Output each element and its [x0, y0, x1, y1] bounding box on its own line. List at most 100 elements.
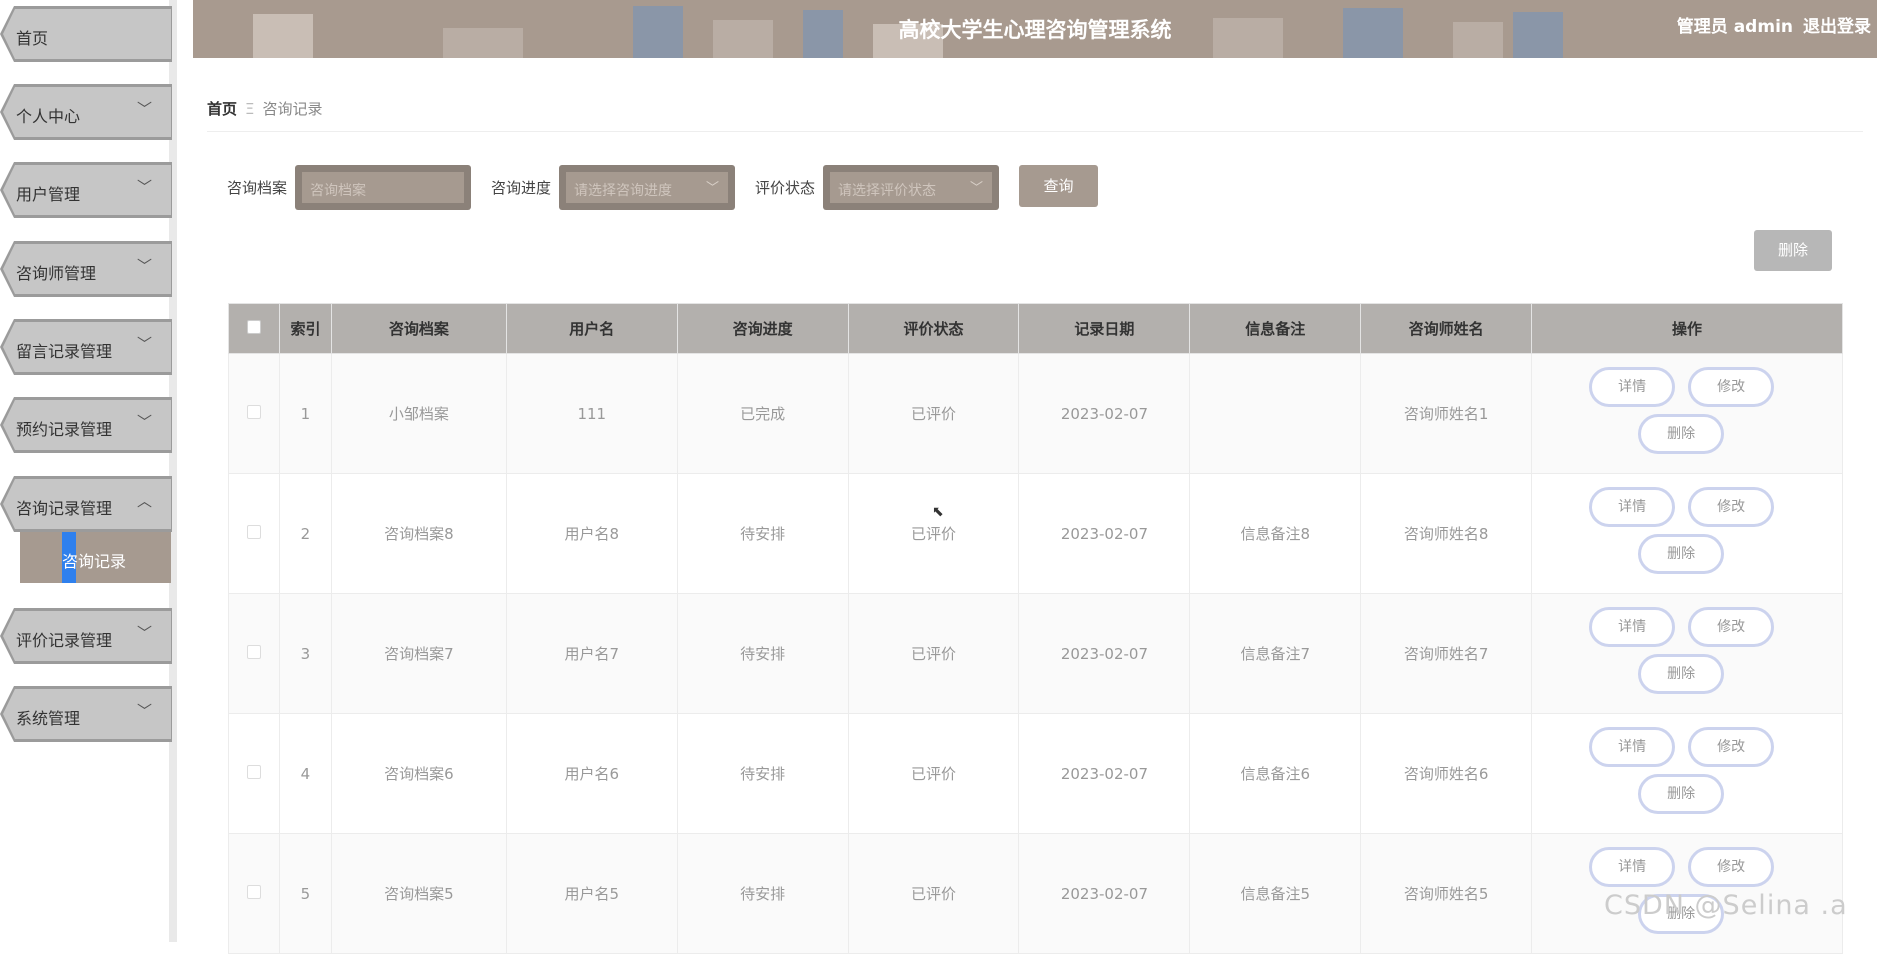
- cell-eval: 已评价: [847, 833, 1020, 954]
- cell-archive: 咨询档案8: [330, 473, 507, 594]
- sidebar: 首页 个人中心 ﹀ 用户管理 ﹀ 咨询师管理 ﹀ 留言记录管理 ﹀ 预约记录管理…: [0, 0, 177, 942]
- cell-counselor: 咨询师姓名1: [1360, 353, 1533, 474]
- delete-button[interactable]: 删除: [1638, 774, 1725, 814]
- cell-note: 信息备注5: [1189, 833, 1362, 954]
- watermark: CSDN @Selina .a: [1604, 890, 1848, 921]
- sidebar-item-counselor-management[interactable]: 咨询师管理 ﹀: [0, 241, 172, 297]
- cell-progress: 待安排: [676, 713, 849, 834]
- column-header: 索引: [278, 303, 332, 354]
- archive-input[interactable]: 咨询档案: [295, 165, 471, 210]
- select-all-checkbox[interactable]: [228, 303, 280, 354]
- app-title: 高校大学生心理咨询管理系统: [898, 18, 1172, 42]
- cell-index: 2: [278, 473, 332, 594]
- cell-username: 用户名5: [505, 833, 678, 954]
- cell-note: 信息备注6: [1189, 713, 1362, 834]
- cell-archive: 小邹档案: [330, 353, 507, 474]
- top-header: 高校大学生心理咨询管理系统 管理员 admin 退出登录: [193, 0, 1877, 58]
- detail-button[interactable]: 详情: [1589, 487, 1676, 527]
- cell-date: 2023-02-07: [1018, 473, 1191, 594]
- logout-link[interactable]: 退出登录: [1803, 17, 1871, 37]
- progress-select[interactable]: 请选择咨询进度 ﹀: [559, 165, 735, 210]
- chevron-down-icon: ﹀: [136, 257, 152, 275]
- sidebar-item-system-management[interactable]: 系统管理 ﹀: [0, 686, 172, 742]
- sidebar-subitem-consult-record[interactable]: 咨询记录: [20, 532, 171, 583]
- cell-date: 2023-02-07: [1018, 593, 1191, 714]
- delete-button[interactable]: 删除: [1638, 414, 1725, 454]
- cell-index: 5: [278, 833, 332, 954]
- sidebar-item-user-management[interactable]: 用户管理 ﹀: [0, 162, 172, 218]
- detail-button[interactable]: 详情: [1589, 727, 1676, 767]
- table-header-row: 索引 咨询档案 用户名 咨询进度 评价状态 记录日期 信息备注 咨询师姓名 操作: [228, 303, 1843, 354]
- sidebar-subitem-label: 咨询记录: [62, 552, 127, 571]
- sidebar-item-message-management[interactable]: 留言记录管理 ﹀: [0, 319, 172, 375]
- cell-index: 3: [278, 593, 332, 714]
- cell-actions: 详情 修改 删除: [1531, 713, 1843, 834]
- column-header: 操作: [1531, 303, 1843, 354]
- row-checkbox[interactable]: [228, 473, 280, 594]
- sidebar-item-label: 预约记录管理: [16, 420, 113, 439]
- edit-button[interactable]: 修改: [1688, 727, 1775, 767]
- edit-button[interactable]: 修改: [1688, 367, 1775, 407]
- table-row: 1 小邹档案 111 已完成 已评价 2023-02-07 咨询师姓名1 详情 …: [228, 353, 1843, 474]
- sidebar-item-home[interactable]: 首页: [0, 6, 172, 62]
- cell-counselor: 咨询师姓名7: [1360, 593, 1533, 714]
- detail-button[interactable]: 详情: [1589, 607, 1676, 647]
- column-header: 记录日期: [1018, 303, 1191, 354]
- row-checkbox[interactable]: [228, 353, 280, 474]
- mouse-cursor-icon: ⬉: [932, 504, 944, 520]
- sidebar-item-appointment-management[interactable]: 预约记录管理 ﹀: [0, 397, 172, 453]
- breadcrumb: 首页 Ξ 咨询记录: [207, 98, 1863, 132]
- sidebar-item-personal-center[interactable]: 个人中心 ﹀: [0, 84, 172, 140]
- edit-button[interactable]: 修改: [1688, 607, 1775, 647]
- archive-placeholder: 咨询档案: [302, 172, 464, 203]
- breadcrumb-home[interactable]: 首页: [207, 100, 237, 118]
- eval-label: 评价状态: [755, 179, 816, 197]
- cell-archive: 咨询档案5: [330, 833, 507, 954]
- cell-note: 信息备注7: [1189, 593, 1362, 714]
- cell-date: 2023-02-07: [1018, 833, 1191, 954]
- row-checkbox[interactable]: [228, 593, 280, 714]
- cell-progress: 待安排: [676, 593, 849, 714]
- sidebar-item-label: 留言记录管理: [16, 342, 113, 361]
- progress-placeholder: 请选择咨询进度: [566, 172, 728, 203]
- table-row: 5 咨询档案5 用户名5 待安排 已评价 2023-02-07 信息备注5 咨询…: [228, 833, 1843, 954]
- column-header: 信息备注: [1189, 303, 1362, 354]
- cell-note: 信息备注8: [1189, 473, 1362, 594]
- chevron-down-icon: ﹀: [705, 181, 719, 196]
- cell-date: 2023-02-07: [1018, 353, 1191, 474]
- cell-username: 111: [505, 353, 678, 474]
- column-header: 咨询档案: [330, 303, 507, 354]
- breadcrumb-separator-icon: Ξ: [245, 100, 255, 118]
- cell-eval: 已评价: [847, 713, 1020, 834]
- admin-label: 管理员 admin: [1676, 17, 1793, 37]
- delete-button[interactable]: 删除: [1638, 534, 1725, 574]
- edit-button[interactable]: 修改: [1688, 847, 1775, 887]
- cell-progress: 已完成: [676, 353, 849, 474]
- row-checkbox[interactable]: [228, 713, 280, 834]
- batch-delete-button[interactable]: 删除: [1754, 230, 1832, 271]
- cell-archive: 咨询档案7: [330, 593, 507, 714]
- table-row: 3 咨询档案7 用户名7 待安排 已评价 2023-02-07 信息备注7 咨询…: [228, 593, 1843, 714]
- cell-eval: 已评价: [847, 353, 1020, 474]
- sidebar-item-consult-record-management[interactable]: 咨询记录管理 ︿: [0, 476, 172, 532]
- delete-button[interactable]: 删除: [1638, 654, 1725, 694]
- eval-placeholder: 请选择评价状态: [830, 172, 992, 203]
- cell-progress: 待安排: [676, 833, 849, 954]
- sidebar-item-evaluation-management[interactable]: 评价记录管理 ﹀: [0, 608, 172, 664]
- detail-button[interactable]: 详情: [1589, 847, 1676, 887]
- cell-counselor: 咨询师姓名8: [1360, 473, 1533, 594]
- row-checkbox[interactable]: [228, 833, 280, 954]
- query-button[interactable]: 查询: [1019, 165, 1098, 207]
- chevron-down-icon: ﹀: [136, 702, 152, 720]
- cell-note: [1189, 353, 1362, 474]
- cell-counselor: 咨询师姓名6: [1360, 713, 1533, 834]
- table-row: 2 咨询档案8 用户名8 待安排 已评价 2023-02-07 信息备注8 咨询…: [228, 473, 1843, 594]
- eval-select[interactable]: 请选择评价状态 ﹀: [823, 165, 999, 210]
- sidebar-item-label: 用户管理: [16, 185, 81, 204]
- edit-button[interactable]: 修改: [1688, 487, 1775, 527]
- column-header: 咨询进度: [676, 303, 849, 354]
- chevron-down-icon: ﹀: [136, 335, 152, 353]
- detail-button[interactable]: 详情: [1589, 367, 1676, 407]
- cell-eval: 已评价: [847, 593, 1020, 714]
- cell-actions: 详情 修改 删除: [1531, 473, 1843, 594]
